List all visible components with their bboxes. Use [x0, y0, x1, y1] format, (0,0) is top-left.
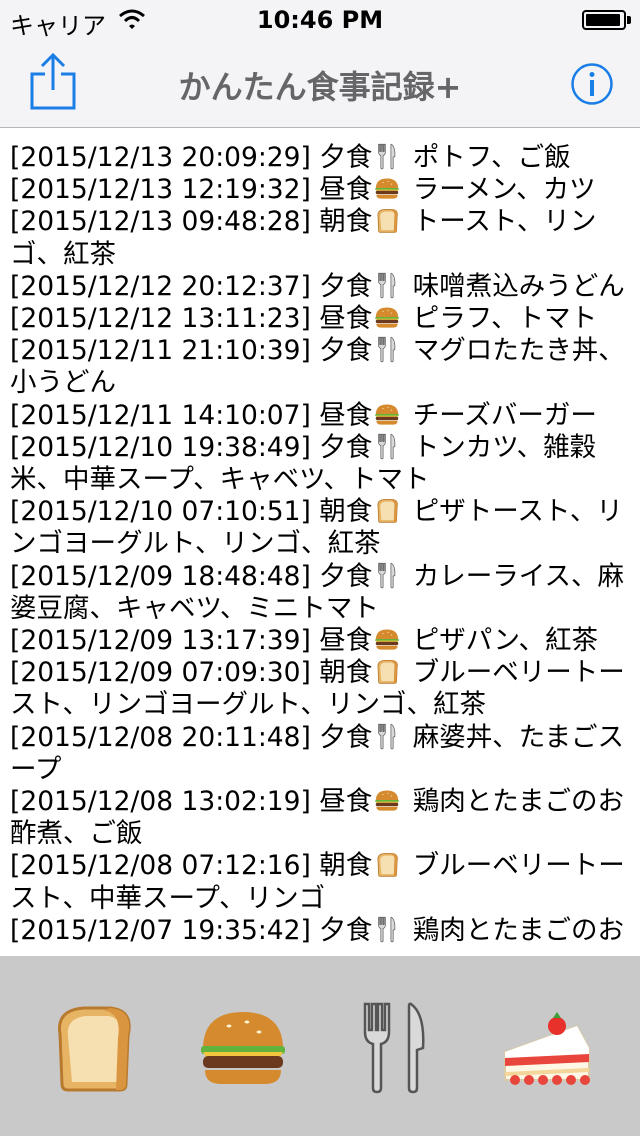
cake-icon	[497, 996, 597, 1096]
battery-level	[586, 14, 621, 26]
entry-text: ピラフ、トマト	[412, 303, 598, 335]
entry-timestamp: [2015/12/13 09:48:28]	[10, 206, 311, 238]
bread-icon	[373, 206, 401, 234]
log-entry: [2015/12/09 18:48:48] 夕食 カレーライス、麻婆豆腐、キャベ…	[10, 561, 626, 625]
clock: 10:46 PM	[256, 6, 384, 34]
entry-text: ポトフ、ご飯	[412, 142, 571, 173]
fork-knife-icon	[373, 335, 401, 363]
dinner-button[interactable]	[345, 996, 445, 1096]
entry-meal: 夕食	[319, 142, 373, 173]
entry-timestamp: [2015/12/09 13:17:39]	[10, 625, 311, 657]
entry-meal: 朝食	[319, 657, 373, 689]
log-entry: [2015/12/11 14:10:07] 昼食 チーズバーガー	[10, 400, 626, 432]
breakfast-button[interactable]	[42, 996, 142, 1096]
entry-timestamp: [2015/12/12 20:12:37]	[10, 270, 311, 302]
bread-icon	[42, 996, 142, 1096]
info-icon	[571, 63, 613, 105]
log-entry: [2015/12/08 20:11:48] 夕食 麻婆丼、たまごスープ	[10, 722, 626, 786]
entry-text: ラーメン、カツ	[412, 174, 596, 206]
entry-meal: 夕食	[319, 914, 373, 946]
burger-icon	[373, 786, 401, 814]
entry-timestamp: [2015/12/10 19:38:49]	[10, 431, 311, 463]
entry-timestamp: [2015/12/08 07:12:16]	[10, 850, 311, 882]
burger-icon	[373, 303, 401, 331]
fork-knife-icon	[373, 271, 401, 299]
entry-timestamp: [2015/12/13 12:19:32]	[10, 174, 311, 206]
log-entry: [2015/12/10 07:10:51] 朝食 ピザトースト、リンゴヨーグルト…	[10, 496, 626, 560]
log-entry: [2015/12/12 13:11:23] 昼食 ピラフ、トマト	[10, 303, 626, 335]
entry-meal: 昼食	[319, 786, 373, 818]
fork-knife-icon	[373, 915, 401, 943]
status-bar: キャリア 10:46 PM	[0, 0, 640, 40]
entry-text: ピザパン、紅茶	[412, 625, 598, 657]
entry-text: 鶏肉とたまごのお	[412, 914, 624, 946]
burger-icon	[373, 400, 401, 428]
entry-text: チーズバーガー	[412, 399, 597, 431]
log-entry: [2015/12/09 07:09:30] 朝食 ブルーベリートースト、リンゴヨ…	[10, 657, 626, 721]
entry-meal: 朝食	[319, 496, 373, 528]
log-entry: [2015/12/09 13:17:39] 昼食 ピザパン、紅茶	[10, 625, 626, 657]
burger-icon	[373, 625, 401, 653]
meal-button-bar	[0, 956, 640, 1136]
entry-meal: 昼食	[319, 399, 373, 431]
fork-knife-icon	[373, 722, 401, 750]
entry-meal: 夕食	[319, 721, 373, 753]
log-entry: [2015/12/12 20:12:37] 夕食 味噌煮込みうどん	[10, 271, 626, 303]
entry-timestamp: [2015/12/08 20:11:48]	[10, 721, 311, 753]
log-entry: [2015/12/13 12:19:32] 昼食 ラーメン、カツ	[10, 174, 626, 206]
fork-knife-icon	[373, 432, 401, 460]
log-entry: [2015/12/08 07:12:16] 朝食 ブルーベリートースト、中華スー…	[10, 850, 626, 914]
bread-icon	[373, 496, 401, 524]
log-entry: [2015/12/08 13:02:19] 昼食 鶏肉とたまごのお酢煮、ご飯	[10, 786, 626, 850]
info-button[interactable]	[570, 62, 614, 106]
fork-knife-icon	[373, 142, 401, 170]
fork-knife-icon	[345, 996, 445, 1096]
entry-timestamp: [2015/12/10 07:10:51]	[10, 496, 311, 528]
entry-meal: 朝食	[319, 206, 373, 238]
entry-timestamp: [2015/12/13 20:09:29]	[10, 142, 311, 173]
entry-meal: 昼食	[319, 174, 373, 206]
navigation-bar: かんたん食事記録+	[0, 40, 640, 128]
entry-timestamp: [2015/12/07 19:35:42]	[10, 914, 311, 946]
entry-meal: 夕食	[319, 560, 373, 592]
entry-timestamp: [2015/12/12 13:11:23]	[10, 303, 311, 335]
burger-icon	[373, 174, 401, 202]
log-entry: [2015/12/13 20:09:29] 夕食 ポトフ、ご飯	[10, 142, 626, 174]
meal-log[interactable]: [2015/12/13 20:09:29] 夕食 ポトフ、ご飯 [2015/12/…	[10, 142, 626, 956]
log-entry: [2015/12/13 09:48:28] 朝食 トースト、リンゴ、紅茶	[10, 206, 626, 270]
log-entry: [2015/12/10 19:38:49] 夕食 トンカツ、雑穀米、中華スープ、…	[10, 432, 626, 496]
lunch-button[interactable]	[193, 996, 293, 1096]
battery-icon	[582, 10, 631, 30]
entry-meal: 夕食	[319, 270, 373, 302]
entry-text: 味噌煮込みうどん	[412, 270, 625, 302]
entry-meal: 夕食	[319, 335, 373, 367]
fork-knife-icon	[373, 561, 401, 589]
log-entry: [2015/12/07 19:35:42] 夕食 鶏肉とたまごのお	[10, 915, 626, 947]
entry-timestamp: [2015/12/11 21:10:39]	[10, 335, 311, 367]
entry-meal: 夕食	[319, 431, 373, 463]
entry-meal: 昼食	[319, 625, 373, 657]
entry-timestamp: [2015/12/11 14:10:07]	[10, 399, 311, 431]
bread-icon	[373, 850, 401, 878]
entry-timestamp: [2015/12/09 18:48:48]	[10, 560, 311, 592]
snack-button[interactable]	[497, 996, 597, 1096]
burger-icon	[193, 996, 293, 1096]
log-entry: [2015/12/11 21:10:39] 夕食 マグロたたき丼、小うどん	[10, 335, 626, 399]
entry-meal: 昼食	[319, 303, 373, 335]
entry-timestamp: [2015/12/08 13:02:19]	[10, 786, 311, 818]
bread-icon	[373, 657, 401, 685]
entry-meal: 朝食	[319, 850, 373, 882]
page-title: かんたん食事記録+	[178, 68, 462, 106]
entry-timestamp: [2015/12/09 07:09:30]	[10, 657, 311, 689]
